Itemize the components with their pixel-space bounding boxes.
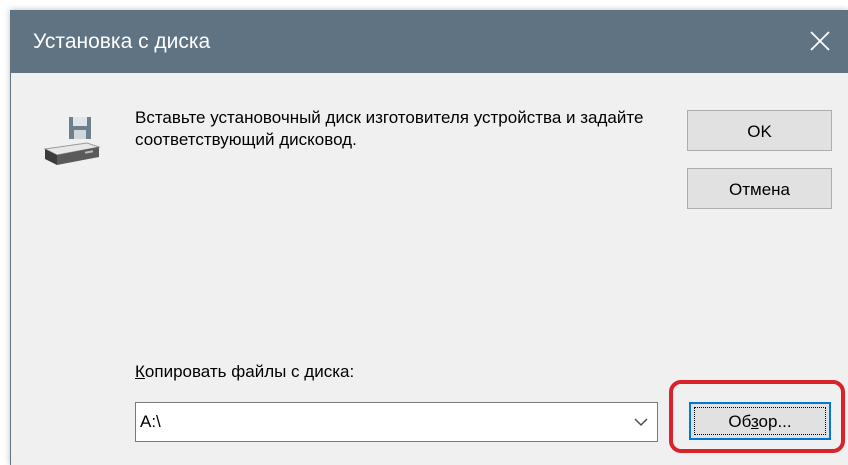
install-from-disk-dialog: Установка с диска Вставьте установочный … xyxy=(10,10,848,465)
disk-path-value: A:\ xyxy=(140,412,161,431)
dialog-body: Вставьте установочный диск изготовителя … xyxy=(11,73,848,465)
focus-rectangle xyxy=(694,407,826,435)
close-icon xyxy=(810,31,830,51)
floppy-drive-icon xyxy=(43,117,101,165)
copy-label-mnemonic: К xyxy=(135,362,145,381)
copy-files-label: Копировать файлы с диска: xyxy=(135,361,354,383)
copy-label-text: опировать файлы с диска: xyxy=(144,362,355,381)
window-title: Установка с диска xyxy=(33,30,211,53)
title-bar: Установка с диска xyxy=(11,11,848,73)
ok-button[interactable]: OK xyxy=(687,110,832,151)
cancel-button[interactable]: Отмена xyxy=(687,168,832,209)
browse-button[interactable]: Обзор... xyxy=(689,402,831,440)
chevron-down-icon[interactable] xyxy=(633,417,649,427)
disk-path-combobox[interactable]: A:\ xyxy=(135,402,658,442)
close-button[interactable] xyxy=(795,11,848,73)
instruction-text: Вставьте установочный диск изготовителя … xyxy=(135,108,644,149)
